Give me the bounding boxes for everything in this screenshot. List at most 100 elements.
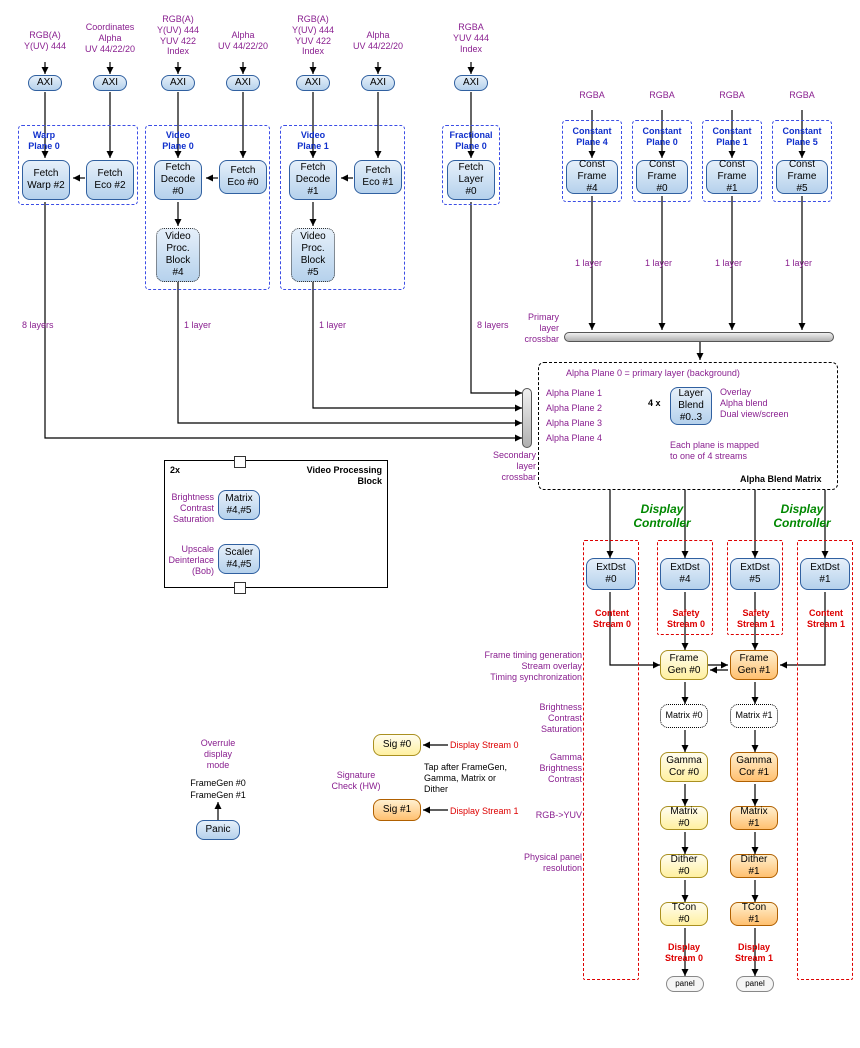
extdst4: ExtDst#4 — [660, 558, 710, 590]
vpb-port-bottom — [234, 582, 246, 594]
axi2: AXI — [93, 75, 127, 91]
video-plane0-title: VideoPlane 0 — [158, 130, 198, 152]
dc1: DisplayController — [762, 502, 842, 531]
hdrc3: RGBA — [782, 90, 822, 101]
lbl-alpha3: Alpha Plane 3 — [546, 418, 602, 429]
lbl-sigcheck: SignatureCheck (HW) — [326, 770, 386, 792]
vpb5: VideoProc.Block#5 — [291, 228, 335, 282]
lbl-2x: 2x — [170, 465, 180, 476]
fetch-eco1: FetchEco #1 — [354, 160, 402, 194]
tcon1: TCon #1 — [730, 902, 778, 926]
lbl-frametiming: Frame timing generationStream overlayTim… — [462, 650, 582, 682]
lbl-ds0b: Display Stream 0 — [450, 740, 519, 751]
hdr2: CoordinatesAlphaUV 44/22/20 — [82, 22, 138, 54]
const-f5: ConstFrame #5 — [776, 160, 828, 194]
const-plane4-title: ConstantPlane 4 — [566, 126, 618, 148]
const-f0: ConstFrame #0 — [636, 160, 688, 194]
lbl-vpb-title: Video ProcessingBlock — [288, 465, 382, 487]
lbl-upscale: UpscaleDeinterlace(Bob) — [166, 544, 214, 576]
axi1: AXI — [28, 75, 62, 91]
vpb-port-top — [234, 456, 246, 468]
extdst1: ExtDst#1 — [800, 558, 850, 590]
const-plane1-title: ConstantPlane 1 — [706, 126, 758, 148]
extdst5: ExtDst#5 — [730, 558, 780, 590]
lbl-overrule: Overruledisplaymode — [196, 738, 240, 770]
lbl-bcs: BrightnessContrastSaturation — [166, 492, 214, 524]
vpb4: VideoProc.Block#4 — [156, 228, 200, 282]
const-f4: ConstFrame #4 — [566, 160, 618, 194]
lbl-mapped: Each plane is mappedto one of 4 streams — [670, 440, 790, 462]
dither1: Dither #1 — [730, 854, 778, 878]
matrix1b: Matrix #1 — [730, 806, 778, 830]
layer-blend: LayerBlend#0..3 — [670, 387, 712, 425]
hdr1: RGB(A)Y(UV) 444 — [20, 30, 70, 52]
content-stream1-box — [797, 540, 853, 980]
lbl-phys: Physical panelresolution — [510, 852, 582, 874]
tcon0: TCon #0 — [660, 902, 708, 926]
secondary-crossbar — [522, 388, 532, 448]
gamma0: GammaCor #0 — [660, 752, 708, 782]
lbl-ds0: DisplayStream 0 — [661, 942, 707, 964]
axi6: AXI — [361, 75, 395, 91]
axi5: AXI — [296, 75, 330, 91]
lbl-ds1b: Display Stream 1 — [450, 806, 519, 817]
hdr6: AlphaUV 44/22/20 — [350, 30, 406, 52]
lbl-8layers-2: 8 layers — [477, 320, 509, 331]
hdrc0: RGBA — [572, 90, 612, 101]
hdr7: RGBAYUV 444Index — [443, 22, 499, 54]
lbl-4x: 4 x — [648, 398, 661, 409]
axi3: AXI — [161, 75, 195, 91]
scaler45: Scaler#4,#5 — [218, 544, 260, 574]
matrix0-lbl: Matrix #0 — [660, 710, 708, 721]
extdst0: ExtDst#0 — [586, 558, 636, 590]
dc0: DisplayController — [622, 502, 702, 531]
panel0: panel — [666, 976, 704, 992]
lbl-fg0: FrameGen #0 — [186, 778, 250, 789]
lbl-rgbyuv: RGB->YUV — [524, 810, 582, 821]
fetch-warp2: FetchWarp #2 — [22, 160, 70, 200]
lbl-tapafter: Tap after FrameGen,Gamma, Matrix orDithe… — [424, 762, 534, 794]
lbl-1layer-2: 1 layer — [319, 320, 346, 331]
content-stream0-box — [583, 540, 639, 980]
lbl-alpha4: Alpha Plane 4 — [546, 433, 602, 444]
hdrc2: RGBA — [712, 90, 752, 101]
lbl-bcs2: BrightnessContrastSaturation — [524, 702, 582, 734]
panic: Panic — [196, 820, 240, 840]
matrix0b: Matrix #0 — [660, 806, 708, 830]
lbl-cs0: ContentStream 0 — [590, 608, 634, 630]
fetch-layer0: FetchLayer #0 — [447, 160, 495, 200]
lbl-fg1: FrameGen #1 — [186, 790, 250, 801]
lbl-1layer-4: 1 layer — [645, 258, 672, 269]
video-plane1-title: VideoPlane 1 — [293, 130, 333, 152]
hdr3: RGB(A)Y(UV) 444YUV 422Index — [150, 14, 206, 57]
const-plane0-title: ConstantPlane 0 — [636, 126, 688, 148]
primary-crossbar — [564, 332, 834, 342]
axi7: AXI — [454, 75, 488, 91]
lbl-overlay: OverlayAlpha blendDual view/screen — [720, 387, 810, 419]
gamma1: GammaCor #1 — [730, 752, 778, 782]
lbl-cs1: ContentStream 1 — [804, 608, 848, 630]
lbl-1layer-5: 1 layer — [715, 258, 742, 269]
axi4: AXI — [226, 75, 260, 91]
warp-plane0-title: WarpPlane 0 — [24, 130, 64, 152]
frac-plane0-title: FractionalPlane 0 — [444, 130, 498, 152]
lbl-alphabg: Alpha Plane 0 = primary layer (backgroun… — [566, 368, 740, 379]
fetch-eco2: FetchEco #2 — [86, 160, 134, 200]
const-plane5-title: ConstantPlane 5 — [776, 126, 828, 148]
matrix45: Matrix#4,#5 — [218, 490, 260, 520]
panel1: panel — [736, 976, 774, 992]
lbl-ss0: SafetyStream 0 — [664, 608, 708, 630]
lbl-1layer-3: 1 layer — [575, 258, 602, 269]
lbl-alpha1: Alpha Plane 1 — [546, 388, 602, 399]
fetch-dec1: FetchDecode#1 — [289, 160, 337, 200]
sig0: Sig #0 — [373, 734, 421, 756]
lbl-secondary-crossbar: Secondarylayercrossbar — [466, 450, 536, 482]
hdrc1: RGBA — [642, 90, 682, 101]
lbl-8layers-1: 8 layers — [22, 320, 54, 331]
lbl-1layer-1: 1 layer — [184, 320, 211, 331]
lbl-ss1: SafetyStream 1 — [734, 608, 778, 630]
lbl-alpha2: Alpha Plane 2 — [546, 403, 602, 414]
dither0: Dither #0 — [660, 854, 708, 878]
const-f1: ConstFrame #1 — [706, 160, 758, 194]
hdr4: AlphaUV 44/22/20 — [215, 30, 271, 52]
